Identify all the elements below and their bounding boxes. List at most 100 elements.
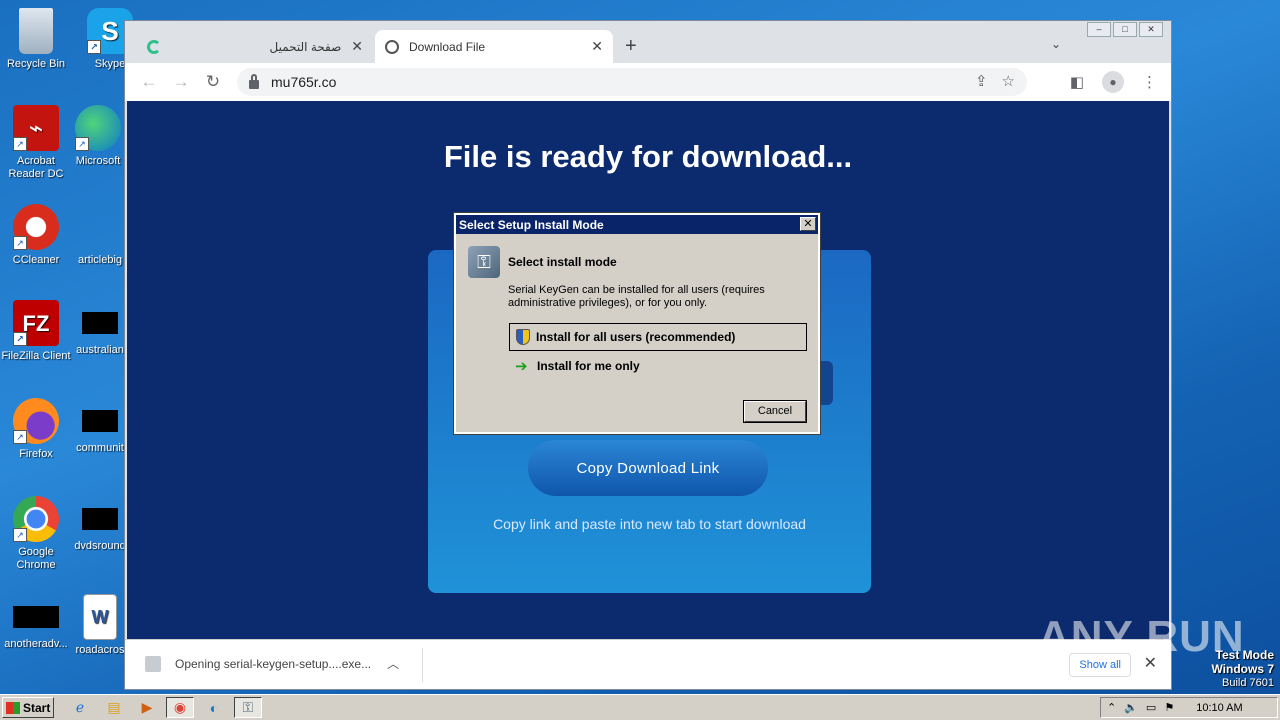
tab-search-chevron-icon[interactable]: ⌄ <box>1051 37 1061 51</box>
shortcut-arrow-icon: ↗ <box>13 137 27 151</box>
bookmark-star-icon[interactable]: ☆ <box>1002 72 1015 90</box>
setup-taskbar-icon[interactable]: ⚿ <box>234 697 262 718</box>
desktop-icon-label: Acrobat Reader DC <box>8 155 64 180</box>
start-button[interactable]: Start <box>2 697 54 718</box>
download-item-label: Opening serial-keygen-setup....exe... <box>175 656 372 671</box>
shortcut-arrow-icon: ↗ <box>13 236 27 250</box>
uac-shield-icon <box>516 329 530 345</box>
windows-version-line: Windows 7 <box>1211 662 1274 676</box>
internet-explorer-icon[interactable]: ℯ <box>66 697 94 718</box>
side-panel-icon[interactable]: ◧ <box>1070 73 1084 91</box>
browser-toolbar: ← → ↻ mu765r.co ⇪ ☆ ◧ ● ⋮ <box>125 63 1171 101</box>
volume-icon[interactable]: 🔈 <box>1124 701 1138 714</box>
desktop-icon-label: FileZilla Client <box>1 350 71 362</box>
tab-label: صفحة التحميل <box>269 39 342 54</box>
file-icon <box>82 508 118 530</box>
action-center-flag-icon[interactable]: ⚑ <box>1164 701 1174 714</box>
close-icon[interactable]: ✕ <box>800 217 816 231</box>
install-all-users-option[interactable]: Install for all users (recommended) <box>509 323 807 351</box>
install-me-only-option[interactable]: ➔ Install for me only <box>509 352 807 380</box>
desktop-icon-label: Microsoft <box>75 155 121 167</box>
media-player-icon[interactable]: ▶ <box>133 697 161 718</box>
chrome-taskbar-icon[interactable]: ◉ <box>166 697 194 718</box>
card-hint-text: Copy link and paste into new tab to star… <box>493 516 806 532</box>
address-bar[interactable]: mu765r.co ⇪ ☆ <box>237 68 1027 96</box>
shortcut-arrow-icon: ↗ <box>13 528 27 542</box>
clock[interactable]: 10:10 AM <box>1196 702 1242 714</box>
test-mode-text: Test Mode Windows 7 Build 7601 <box>1211 648 1274 690</box>
divider <box>422 648 423 682</box>
desktop-icon-label: communit <box>76 442 124 454</box>
recycle-bin-icon <box>19 8 53 54</box>
system-tray: ⌃ 🔈 ▭ ⚑ 10:10 AM <box>1100 697 1278 718</box>
option-label: Install for all users (recommended) <box>536 330 736 344</box>
desktop-icon-label: dvdsround <box>74 540 126 552</box>
chevron-up-icon[interactable]: ︿ <box>387 655 399 672</box>
maximize-button[interactable]: □ <box>1113 22 1137 37</box>
minimize-button[interactable]: – <box>1087 22 1111 37</box>
green-arrow-icon: ➔ <box>515 358 528 375</box>
file-icon <box>77 204 123 250</box>
window-controls: – □ ✕ <box>1087 22 1163 37</box>
dialog-heading: Select install mode <box>508 255 617 269</box>
reload-icon[interactable]: ↻ <box>197 72 229 92</box>
desktop-icon-label: australian <box>76 344 124 356</box>
desktop-icon-recycle-bin[interactable]: Recycle Bin <box>0 8 72 71</box>
dialog-description: Serial KeyGen can be installed for all u… <box>508 284 765 309</box>
shortcut-arrow-icon: ↗ <box>13 332 27 346</box>
edge-taskbar-icon[interactable]: ◐ <box>200 697 228 718</box>
file-icon <box>82 312 118 334</box>
tab-close-icon[interactable]: ✕ <box>591 38 603 55</box>
test-mode-line: Test Mode <box>1215 648 1274 662</box>
tab-download-file[interactable]: Download File ✕ <box>375 30 613 63</box>
start-label: Start <box>23 700 51 715</box>
tab-close-icon[interactable]: ✕ <box>351 38 363 55</box>
menu-kebab-icon[interactable]: ⋮ <box>1142 73 1157 91</box>
copy-download-link-button[interactable]: Copy Download Link <box>528 440 768 496</box>
cancel-button[interactable]: Cancel <box>743 400 807 423</box>
globe-icon <box>385 39 399 54</box>
tab-label: Download File <box>409 39 486 54</box>
close-window-button[interactable]: ✕ <box>1139 22 1163 37</box>
share-icon[interactable]: ⇪ <box>975 72 988 90</box>
desktop-icon-label: articlebig <box>77 254 123 266</box>
download-bar: Opening serial-keygen-setup....exe... ︿ … <box>125 639 1171 689</box>
desktop-icon-filezilla[interactable]: FZ ↗ FileZilla Client <box>0 300 72 363</box>
ccleaner-icon: ↗ <box>13 204 59 250</box>
loading-icon <box>147 39 161 54</box>
shortcut-arrow-icon: ↗ <box>13 430 27 444</box>
shortcut-arrow-icon: ↗ <box>87 40 101 54</box>
desktop-icon-label: CCleaner <box>12 254 60 266</box>
download-item[interactable]: Opening serial-keygen-setup....exe... ︿ <box>145 655 399 672</box>
page-title: File is ready for download... <box>443 139 853 174</box>
address-text: mu765r.co <box>271 74 337 90</box>
back-arrow-icon[interactable]: ← <box>133 72 165 92</box>
taskbar: Start ℯ ▤ ▶ ◉ ◐ ⚿ ⌃ 🔈 ▭ ⚑ 10:10 AM <box>0 694 1280 720</box>
desktop-icon-anotheradv[interactable]: anotheradv... <box>0 594 72 651</box>
key-icon: ⚿ <box>468 246 500 278</box>
filezilla-icon: FZ ↗ <box>13 300 59 346</box>
file-icon <box>13 606 59 628</box>
desktop-icon-label: Skype <box>94 58 126 70</box>
option-label: Install for me only <box>537 359 640 373</box>
chrome-icon: ↗ <box>13 496 59 542</box>
desktop-icon-label: Recycle Bin <box>6 58 66 70</box>
desktop-icon-label: roadacros <box>75 644 125 656</box>
desktop-icon-ccleaner[interactable]: ↗ CCleaner <box>0 204 72 267</box>
profile-avatar-icon[interactable]: ● <box>1102 71 1124 93</box>
dialog-title: Select Setup Install Mode <box>459 218 604 232</box>
shortcut-arrow-icon: ↗ <box>75 137 89 151</box>
file-icon <box>145 655 161 672</box>
file-explorer-icon[interactable]: ▤ <box>100 697 128 718</box>
new-tab-button[interactable]: + <box>625 35 637 58</box>
tray-expand-icon[interactable]: ⌃ <box>1107 701 1116 714</box>
network-icon[interactable]: ▭ <box>1146 701 1156 714</box>
desktop-icon-firefox[interactable]: ↗ Firefox <box>0 398 72 461</box>
desktop-icon-label: anotheradv... <box>4 638 68 650</box>
build-line: Build 7601 <box>1222 677 1274 689</box>
forward-arrow-icon[interactable]: → <box>165 72 197 92</box>
tab-loading-page[interactable]: صفحة التحميل ✕ <box>137 30 373 63</box>
toolbar-actions: ◧ ● ⋮ <box>1070 71 1157 93</box>
desktop-icon-chrome[interactable]: ↗ Google Chrome <box>0 496 72 572</box>
edge-icon: ↗ <box>75 105 121 151</box>
